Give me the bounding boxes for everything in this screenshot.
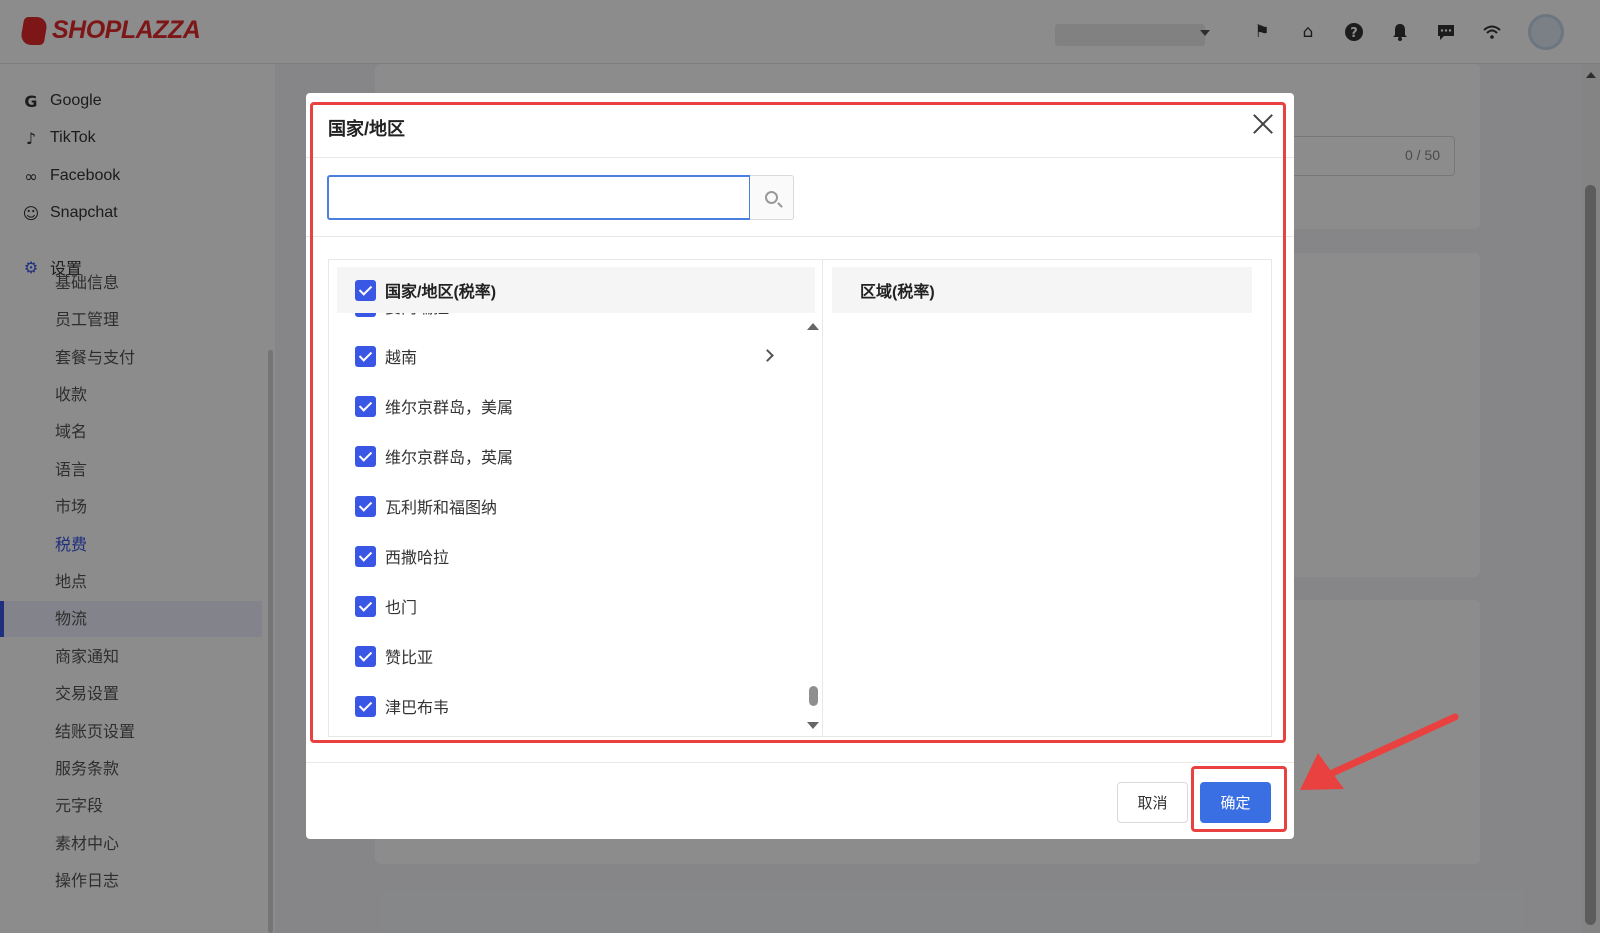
list-item[interactable]: 委内瑞拉 <box>329 313 809 331</box>
selection-panels: 国家/地区(税率) 委内瑞拉越南维尔京群岛，美属维尔京群岛，英属瓦利斯和福图纳西… <box>328 259 1272 737</box>
select-all-checkbox[interactable] <box>355 279 376 301</box>
list-item[interactable]: 赞比亚 <box>329 631 809 681</box>
list-item[interactable]: 维尔京群岛，英属 <box>329 431 809 481</box>
country-region-modal: 国家/地区 国家/地区(税率) 委内瑞拉越南维尔京群岛，美属维尔京群岛，英属瓦利… <box>306 93 1294 839</box>
list-item[interactable]: 瓦利斯和福图纳 <box>329 481 809 531</box>
country-checkbox[interactable] <box>355 545 376 567</box>
country-label: 西撒哈拉 <box>385 550 450 567</box>
country-label: 赞比亚 <box>385 650 434 667</box>
country-label: 津巴布韦 <box>385 700 450 717</box>
list-item[interactable]: 维尔京群岛，美属 <box>329 381 809 431</box>
country-header-label: 国家/地区(税率) <box>385 284 497 301</box>
country-checkbox[interactable] <box>355 345 376 367</box>
region-panel: 区域(税率) <box>824 260 1271 736</box>
list-item[interactable]: 津巴布韦 <box>329 681 809 731</box>
search-icon <box>765 191 778 204</box>
country-label: 越南 <box>385 350 418 367</box>
country-checkbox[interactable] <box>355 495 376 517</box>
cancel-button[interactable]: 取消 <box>1117 782 1188 823</box>
confirm-button[interactable]: 确定 <box>1200 782 1271 823</box>
list-scrollbar[interactable] <box>809 686 818 706</box>
chevron-right-icon[interactable] <box>761 349 774 362</box>
country-label: 瓦利斯和福图纳 <box>385 500 498 517</box>
country-label: 维尔京群岛，美属 <box>385 400 514 417</box>
close-icon[interactable] <box>1250 111 1276 137</box>
list-scroll-down-icon[interactable] <box>807 722 819 729</box>
modal-footer: 取消 确定 <box>306 762 1294 839</box>
search-input[interactable] <box>327 175 751 220</box>
country-list[interactable]: 委内瑞拉越南维尔京群岛，美属维尔京群岛，英属瓦利斯和福图纳西撒哈拉也门赞比亚津巴… <box>329 313 809 736</box>
country-panel: 国家/地区(税率) 委内瑞拉越南维尔京群岛，美属维尔京群岛，英属瓦利斯和福图纳西… <box>329 260 823 736</box>
country-checkbox[interactable] <box>355 395 376 417</box>
modal-header: 国家/地区 <box>306 93 1294 158</box>
list-scroll-up-icon[interactable] <box>807 323 819 330</box>
list-item[interactable]: 也门 <box>329 581 809 631</box>
country-checkbox[interactable] <box>355 313 376 317</box>
country-label: 维尔京群岛，英属 <box>385 450 514 467</box>
search-row <box>306 158 1294 237</box>
country-checkbox[interactable] <box>355 445 376 467</box>
country-label: 委内瑞拉 <box>385 313 449 318</box>
country-label: 也门 <box>385 600 418 617</box>
modal-title: 国家/地区 <box>328 119 406 139</box>
country-checkbox[interactable] <box>355 695 376 717</box>
country-panel-header: 国家/地区(税率) <box>337 267 815 313</box>
region-panel-header: 区域(税率) <box>832 267 1252 313</box>
region-header-label: 区域(税率) <box>860 284 935 301</box>
annotation-arrow-icon <box>1300 713 1459 790</box>
search-button[interactable] <box>750 175 794 220</box>
country-checkbox[interactable] <box>355 595 376 617</box>
list-item[interactable]: 西撒哈拉 <box>329 531 809 581</box>
list-item[interactable]: 越南 <box>329 331 809 381</box>
country-checkbox[interactable] <box>355 645 376 667</box>
